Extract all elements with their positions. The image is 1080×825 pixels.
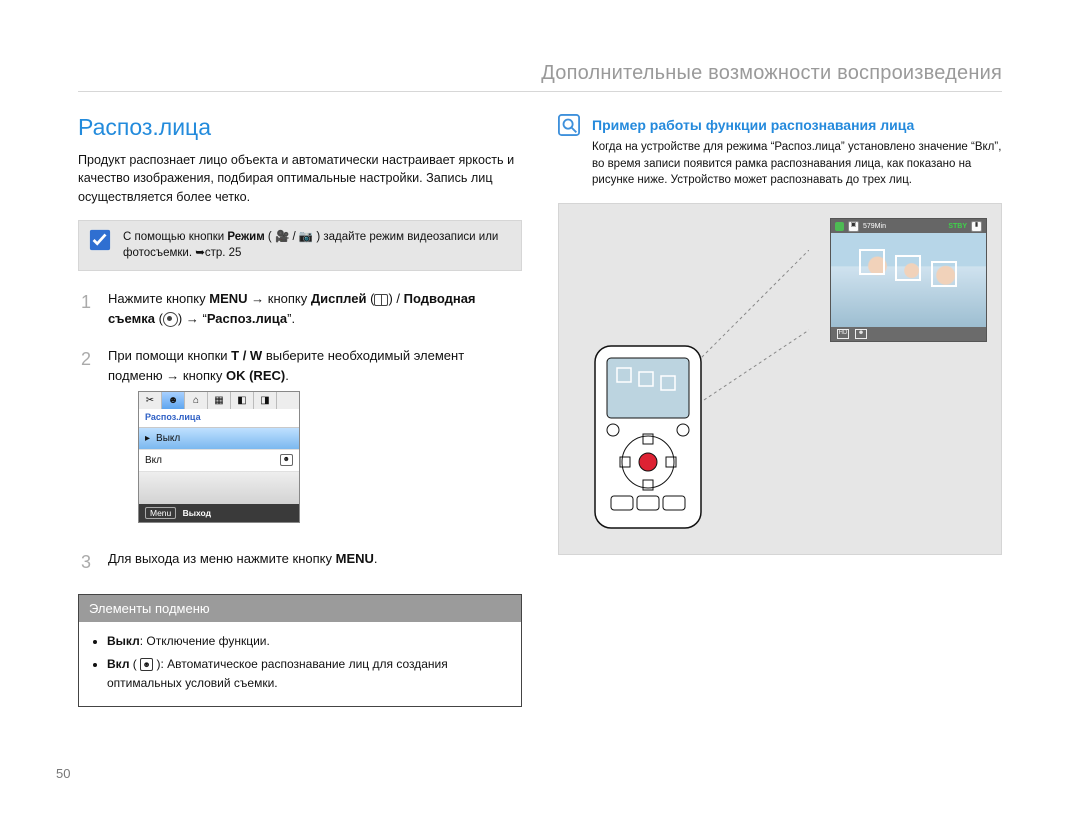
page-number: 50 bbox=[56, 766, 70, 781]
mode-note-text: С помощью кнопки Режим ( 🎥 / 📷 ) задайте… bbox=[123, 229, 511, 262]
preview-time: 579Min bbox=[863, 223, 886, 230]
submenu-header: Элементы подменю bbox=[79, 595, 521, 622]
step-body: Нажмите кнопку MENU → кнопку Дисплей () … bbox=[108, 289, 522, 328]
magnifier-icon bbox=[558, 114, 582, 138]
menu-tab: ◨ bbox=[254, 392, 277, 409]
submenu-box: Элементы подменю Выкл: Отключение функци… bbox=[78, 594, 522, 707]
check-icon bbox=[89, 229, 111, 251]
card-indicator-icon: ▣ bbox=[848, 221, 859, 232]
menu-bottom-bar: Menu Выход bbox=[139, 504, 299, 523]
menu-preview-area bbox=[139, 472, 299, 504]
step-number: 2 bbox=[78, 346, 94, 531]
menu-item-on: Вкл ☻ bbox=[139, 450, 299, 472]
dive-icon bbox=[163, 312, 178, 327]
page-breadcrumb: Дополнительные возможности воспроизведен… bbox=[78, 62, 1002, 92]
mode-note-box: С помощью кнопки Режим ( 🎥 / 📷 ) задайте… bbox=[78, 220, 522, 271]
face-icon: ☻ bbox=[280, 454, 293, 467]
preview-screen: ▣ 579Min STBY ▮ HD ☻ bbox=[830, 218, 987, 342]
submenu-item-on: Вкл ( ☻ ): Автоматическое распознавание … bbox=[107, 655, 507, 692]
menu-tab: ▦ bbox=[208, 392, 231, 409]
menu-screenshot-title: Распоз.лица bbox=[139, 409, 299, 428]
preview-image bbox=[831, 233, 986, 327]
step-body: При помощи кнопки T / W выберите необход… bbox=[108, 346, 522, 531]
step-number: 3 bbox=[78, 549, 94, 576]
hd-badge: HD bbox=[837, 329, 849, 339]
camera-device bbox=[593, 344, 703, 530]
submenu-item-off: Выкл: Отключение функции. bbox=[107, 632, 507, 651]
example-callout: Пример работы функции распознавания лица… bbox=[558, 114, 1002, 555]
menu-badge: Menu bbox=[145, 507, 176, 519]
stby-label: STBY bbox=[948, 223, 967, 230]
step-3: 3 Для выхода из меню нажмите кнопку MENU… bbox=[78, 549, 522, 576]
menu-tabs: ✂ ☻ ⌂ ▦ ◧ ◨ bbox=[139, 392, 299, 409]
battery-icon: ▮ bbox=[971, 221, 982, 232]
intro-text: Продукт распознает лицо объекта и автома… bbox=[78, 151, 522, 206]
face-badge: ☻ bbox=[855, 329, 867, 339]
callout-text: Когда на устройстве для режима “Распоз.л… bbox=[592, 139, 1002, 189]
menu-item-off: ▸Выкл bbox=[139, 428, 299, 450]
record-indicator-icon bbox=[835, 222, 844, 231]
menu-tab: ⌂ bbox=[185, 392, 208, 409]
preview-footer: HD ☻ bbox=[831, 327, 986, 341]
step-body: Для выхода из меню нажмите кнопку MENU. bbox=[108, 549, 522, 576]
demo-panel: ▣ 579Min STBY ▮ HD ☻ bbox=[558, 203, 1002, 555]
face-frame bbox=[859, 249, 885, 275]
step-1: 1 Нажмите кнопку MENU → кнопку Дисплей (… bbox=[78, 289, 522, 328]
step-number: 1 bbox=[78, 289, 94, 328]
face-frame bbox=[895, 255, 921, 281]
callout-title: Пример работы функции распознавания лица bbox=[592, 117, 914, 133]
display-icon bbox=[374, 294, 388, 306]
section-title: Распоз.лица bbox=[78, 114, 522, 141]
menu-tab: ◧ bbox=[231, 392, 254, 409]
menu-tab-active: ☻ bbox=[162, 392, 185, 409]
face-frame bbox=[931, 261, 957, 287]
menu-screenshot: ✂ ☻ ⌂ ▦ ◧ ◨ Распоз.лица ▸Выкл Вкл bbox=[138, 391, 300, 523]
submenu-list: Выкл: Отключение функции. Вкл ( ☻ ): Авт… bbox=[93, 632, 507, 692]
menu-tab: ✂ bbox=[139, 392, 162, 409]
step-2: 2 При помощи кнопки T / W выберите необх… bbox=[78, 346, 522, 531]
connector-lines bbox=[689, 250, 809, 430]
preview-header: ▣ 579Min STBY ▮ bbox=[831, 219, 986, 233]
